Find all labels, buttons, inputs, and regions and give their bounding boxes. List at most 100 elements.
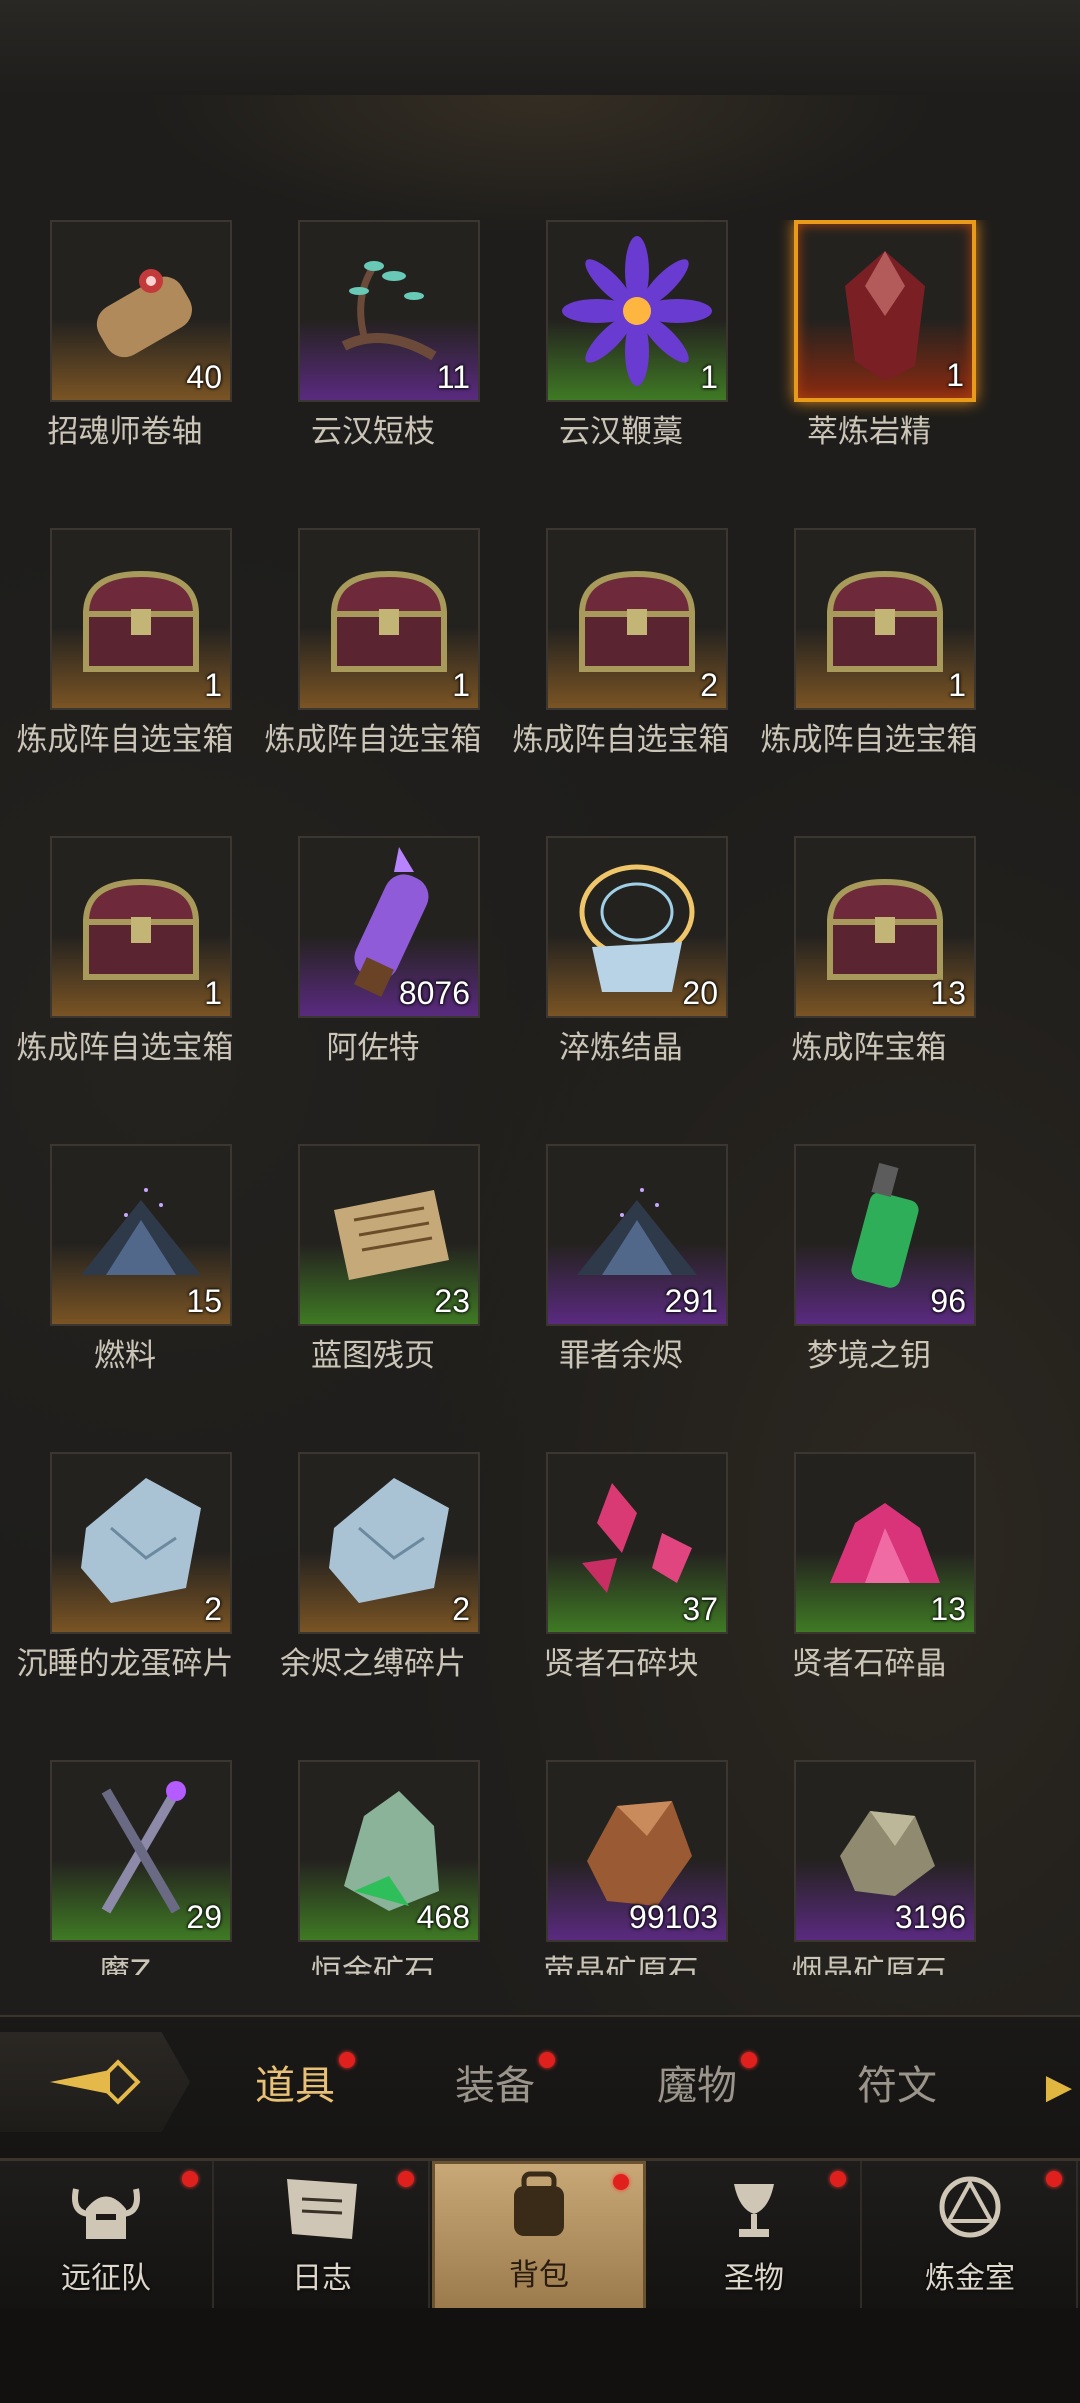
item-slot[interactable]: 99103 [546, 1760, 728, 1942]
item-name: 炼成阵自选宝箱 [16, 722, 234, 758]
item-name: 余烬之缚碎片 [280, 1646, 466, 1682]
item-slot[interactable]: 291 [546, 1144, 728, 1326]
item-count: 1 [452, 667, 470, 703]
item-slot[interactable]: 1 [546, 220, 728, 402]
item-slot[interactable]: 11 [298, 220, 480, 402]
item-name: 炼成阵自选宝箱 [760, 722, 978, 758]
tab-items[interactable]: 道具 [205, 2032, 385, 2132]
item-slot[interactable]: 1 [50, 836, 232, 1018]
item-slot[interactable]: 23 [298, 1144, 480, 1326]
backpack-icon [494, 2166, 584, 2242]
inventory-item[interactable]: 13 炼成阵宝箱 [744, 836, 994, 1126]
inventory-item[interactable]: 20 淬炼结晶 [496, 836, 746, 1126]
item-name: 萃炼岩精 [807, 414, 931, 450]
notification-dot [830, 2171, 846, 2187]
inventory-item[interactable]: 23 蓝图残页 [248, 1144, 498, 1434]
inventory-item[interactable]: 99103 萤晶矿原石 [496, 1760, 746, 1975]
inventory-item[interactable]: 13 贤者石碎晶 [744, 1452, 994, 1742]
nav-label: 炼金室 [925, 2261, 1015, 2296]
inventory-item[interactable]: 2 余烬之缚碎片 [248, 1452, 498, 1742]
inventory-grid[interactable]: 40 招魂师卷轴 11 云汉短枝 1 云汉鞭藁 1 萃炼岩精 1 炼成阵自选宝箱 1 炼成阵自选宝箱 2… [0, 220, 1080, 1975]
item-slot[interactable]: 13 [794, 1452, 976, 1634]
item-name: 蓝图残页 [311, 1338, 435, 1374]
item-slot[interactable]: 13 [794, 836, 976, 1018]
item-name: 魔Z [98, 1954, 152, 1975]
notification-dot [741, 2052, 757, 2068]
nav-label: 背包 [509, 2258, 569, 2293]
inventory-item[interactable]: 1 云汉鞭藁 [496, 220, 746, 510]
chevron-right-icon[interactable]: ▶ [1046, 2067, 1072, 2107]
tab-equipment[interactable]: 装备 [405, 2032, 585, 2132]
notification-dot [182, 2171, 198, 2187]
inventory-item[interactable]: 8076 阿佐特 [248, 836, 498, 1126]
item-slot[interactable]: 8076 [298, 836, 480, 1018]
inventory-item[interactable]: 96 梦境之钥 [744, 1144, 994, 1434]
inventory-item[interactable]: 2 沉睡的龙蛋碎片 [0, 1452, 250, 1742]
inventory-item[interactable]: 1 萃炼岩精 [744, 220, 994, 510]
item-count: 2 [204, 1591, 222, 1627]
inventory-item[interactable]: 1 炼成阵自选宝箱 [0, 528, 250, 818]
item-slot[interactable]: 3196 [794, 1760, 976, 1942]
tab-monsters[interactable]: 魔物 [607, 2032, 787, 2132]
footer-frame [0, 2308, 1080, 2403]
item-slot[interactable]: 1 [794, 528, 976, 710]
top-frame [0, 0, 1080, 98]
item-count: 23 [434, 1283, 470, 1319]
inventory-item[interactable]: 29 魔Z [0, 1760, 250, 1975]
item-count: 2 [452, 1591, 470, 1627]
item-slot[interactable]: 15 [50, 1144, 232, 1326]
category-tab-bar: 道具 装备 魔物 符文 ▶ [0, 2015, 1080, 2167]
inventory-item[interactable]: 468 恒金矿石 [248, 1760, 498, 1975]
nav-label: 远征队 [61, 2261, 151, 2296]
nav-button[interactable]: 背包 [432, 2161, 646, 2311]
item-slot[interactable]: 37 [546, 1452, 728, 1634]
inventory-item[interactable]: 1 炼成阵自选宝箱 [248, 528, 498, 818]
item-count: 99103 [629, 1899, 718, 1935]
item-count: 1 [946, 357, 964, 393]
item-name: 梦境之钥 [807, 1338, 931, 1374]
nav-button[interactable]: 日志 [216, 2161, 430, 2311]
inventory-item[interactable]: 37 贤者石碎块 [496, 1452, 746, 1742]
inventory-item[interactable]: 1 炼成阵自选宝箱 [0, 836, 250, 1126]
item-slot[interactable]: 1 [794, 220, 976, 402]
nav-button[interactable]: 圣物 [648, 2161, 862, 2311]
item-count: 13 [930, 1591, 966, 1627]
nav-button[interactable]: 远征队 [0, 2161, 214, 2311]
inventory-item[interactable]: 40 招魂师卷轴 [0, 220, 250, 510]
inventory-item[interactable]: 11 云汉短枝 [248, 220, 498, 510]
item-slot[interactable]: 96 [794, 1144, 976, 1326]
item-name: 恒金矿石 [311, 1954, 435, 1975]
item-name: 萤晶矿原石 [543, 1954, 699, 1975]
item-name: 烟晶矿原石 [791, 1954, 947, 1975]
inventory-item[interactable]: 2 炼成阵自选宝箱 [496, 528, 746, 818]
inventory-item[interactable]: 291 罪者余烬 [496, 1144, 746, 1434]
item-slot[interactable]: 40 [50, 220, 232, 402]
item-count: 20 [682, 975, 718, 1011]
inventory-item[interactable]: 1 炼成阵自选宝箱 [744, 528, 994, 818]
item-count: 37 [682, 1591, 718, 1627]
item-slot[interactable]: 29 [50, 1760, 232, 1942]
item-slot[interactable]: 20 [546, 836, 728, 1018]
item-name: 招魂师卷轴 [47, 414, 203, 450]
back-arrow-button[interactable] [0, 2032, 190, 2132]
item-name: 燃料 [94, 1338, 156, 1374]
item-count: 15 [186, 1283, 222, 1319]
item-slot[interactable]: 2 [50, 1452, 232, 1634]
item-slot[interactable]: 2 [546, 528, 728, 710]
nav-button[interactable]: 炼金室 [864, 2161, 1078, 2311]
journal-icon [277, 2169, 367, 2245]
item-slot[interactable]: 1 [298, 528, 480, 710]
notification-dot [1046, 2171, 1062, 2187]
inventory-item[interactable]: 15 燃料 [0, 1144, 250, 1434]
item-slot[interactable]: 1 [50, 528, 232, 710]
tab-runes[interactable]: 符文 [807, 2032, 987, 2132]
item-slot[interactable]: 468 [298, 1760, 480, 1942]
item-count: 291 [664, 1283, 718, 1319]
top-ornament [140, 95, 940, 235]
notification-dot [398, 2171, 414, 2187]
item-slot[interactable]: 2 [298, 1452, 480, 1634]
item-count: 3196 [894, 1899, 966, 1935]
horned-helmet-icon [61, 2169, 151, 2245]
item-count: 468 [416, 1899, 470, 1935]
inventory-item[interactable]: 3196 烟晶矿原石 [744, 1760, 994, 1975]
